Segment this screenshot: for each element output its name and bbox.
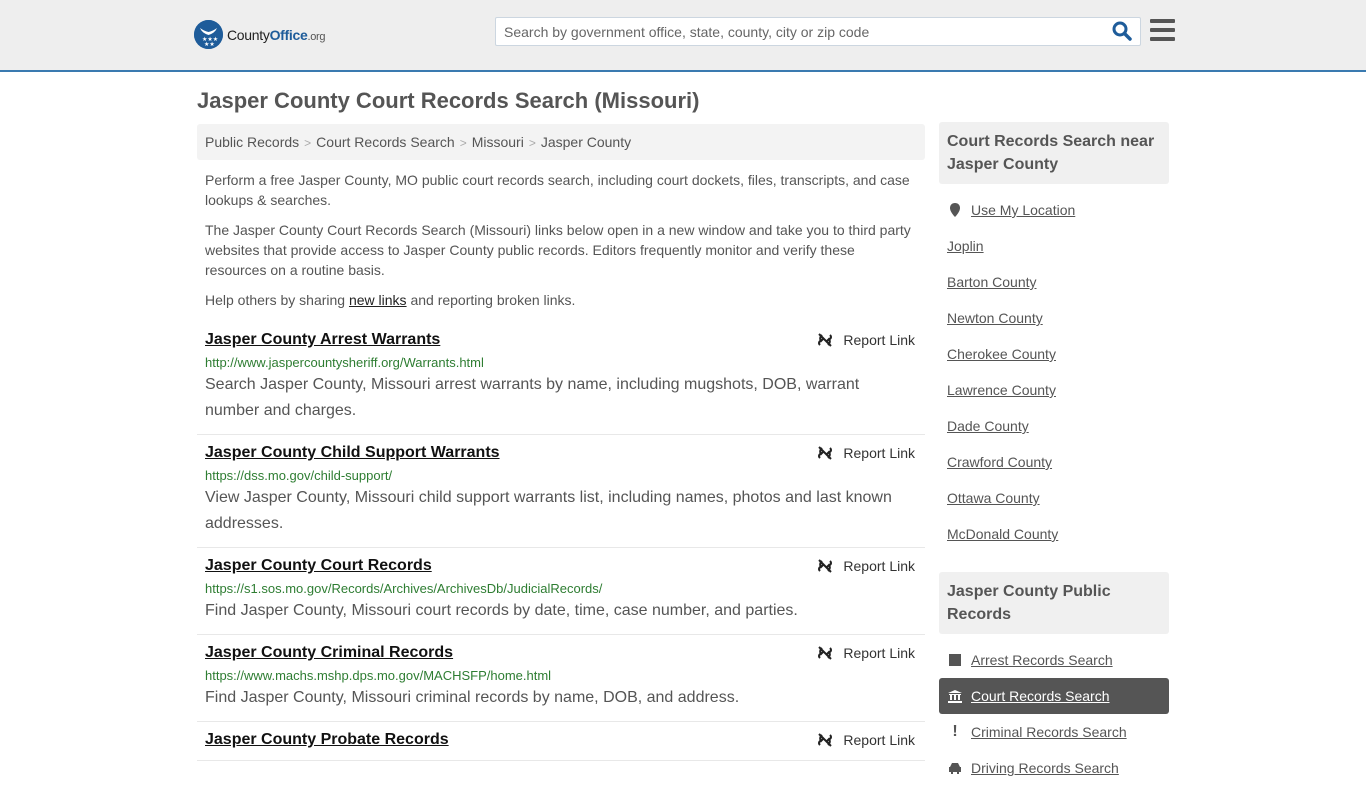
broken-link-icon [818,446,833,460]
result-description: Search Jasper County, Missouri arrest wa… [205,376,860,419]
square-icon [947,654,963,666]
sidebar: Court Records Search near Jasper County … [939,122,1169,786]
result-title-link[interactable]: Jasper County Court Records [205,556,432,576]
result-title-link[interactable]: Jasper County Criminal Records [205,643,453,663]
broken-link-icon [818,733,833,747]
site-header: ★★★ ★★ CountyOffice.org [0,0,1366,72]
nearby-link-joplin[interactable]: Joplin [947,238,984,254]
nearby-link-mcdonald-county[interactable]: McDonald County [947,526,1058,542]
result-url: https://s1.sos.mo.gov/Records/Archives/A… [205,581,603,596]
report-link-button[interactable]: Report Link [817,558,915,574]
result-url: https://www.machs.mshp.dps.mo.gov/MACHSF… [205,668,552,683]
use-location-item: Use My Location [939,192,1169,228]
broken-link-icon [818,559,833,573]
breadcrumb-missouri[interactable]: Missouri [472,134,524,150]
intro-paragraph: The Jasper County Court Records Search (… [205,222,911,278]
result-description: Find Jasper County, Missouri court recor… [205,602,798,619]
nearby-link-barton-county[interactable]: Barton County [947,274,1037,290]
intro-paragraph: Perform a free Jasper County, MO public … [205,172,910,208]
result-title-link[interactable]: Jasper County Probate Records [205,730,449,750]
nearby-link-newton-county[interactable]: Newton County [947,310,1043,326]
result-item: Jasper County Probate Records Report Lin… [197,722,925,761]
result-title-link[interactable]: Jasper County Arrest Warrants [205,330,440,350]
public-records-list: Arrest Records Search Court Records Sear… [939,634,1169,786]
eagle-logo-icon: ★★★ ★★ [194,20,223,49]
sidebar-item-driving-records[interactable]: Driving Records Search [939,750,1169,786]
report-link-button[interactable]: Report Link [817,732,915,748]
nearby-item: Dade County [939,408,1169,444]
search-icon [1112,21,1132,41]
result-item: Jasper County Child Support Warrants Rep… [197,435,925,548]
broken-link-icon [818,333,833,347]
nearby-item: McDonald County [939,516,1169,552]
search-box [495,17,1141,46]
intro-text: Perform a free Jasper County, MO public … [205,170,920,320]
search-button[interactable] [1112,21,1134,43]
sidebar-item-criminal-records[interactable]: ! Criminal Records Search [939,714,1169,750]
nearby-link-crawford-county[interactable]: Crawford County [947,454,1052,470]
car-icon [947,762,963,774]
breadcrumb-court-records-search[interactable]: Court Records Search [316,134,455,150]
page-title: Jasper County Court Records Search (Miss… [197,88,700,113]
sidebar-item-arrest-records[interactable]: Arrest Records Search [939,642,1169,678]
nearby-heading: Court Records Search near Jasper County [939,122,1169,184]
report-link-button[interactable]: Report Link [817,645,915,661]
nearby-item: Newton County [939,300,1169,336]
result-item: Jasper County Court Records Report Link … [197,548,925,635]
search-input[interactable] [496,18,1096,45]
report-link-button[interactable]: Report Link [817,445,915,461]
intro-help: Help others by sharing new links and rep… [205,292,576,308]
public-records-heading: Jasper County Public Records [939,572,1169,634]
result-url: http://www.jaspercountysheriff.org/Warra… [205,355,484,370]
result-description: View Jasper County, Missouri child suppo… [205,489,892,532]
result-url: https://dss.mo.gov/child-support/ [205,468,393,483]
result-item: Jasper County Criminal Records Report Li… [197,635,925,722]
new-links-link[interactable]: new links [349,292,407,308]
courthouse-icon [947,689,963,703]
breadcrumb-separator: > [528,136,536,150]
logo-text: CountyOffice.org [227,26,326,43]
nearby-item: Barton County [939,264,1169,300]
nearby-item: Joplin [939,228,1169,264]
nearby-link-dade-county[interactable]: Dade County [947,418,1029,434]
exclamation-icon: ! [952,723,958,740]
nearby-link-cherokee-county[interactable]: Cherokee County [947,346,1056,362]
breadcrumb-public-records[interactable]: Public Records [205,134,299,150]
breadcrumb-jasper-county[interactable]: Jasper County [541,134,631,150]
report-link-button[interactable]: Report Link [817,332,915,348]
broken-link-icon [818,646,833,660]
breadcrumb-separator: > [304,136,312,150]
nearby-item: Cherokee County [939,336,1169,372]
nearby-item: Crawford County [939,444,1169,480]
nearby-list: Use My Location Joplin Barton County New… [939,184,1169,552]
nearby-link-ottawa-county[interactable]: Ottawa County [947,490,1040,506]
nearby-link-lawrence-county[interactable]: Lawrence County [947,382,1056,398]
sidebar-item-court-records[interactable]: Court Records Search [939,678,1169,714]
hamburger-menu-icon[interactable] [1150,19,1175,42]
breadcrumb: Public Records > Court Records Search > Miss… [197,124,925,160]
result-description: Find Jasper County, Missouri criminal re… [205,689,740,706]
result-title-link[interactable]: Jasper County Child Support Warrants [205,443,500,463]
nearby-item: Lawrence County [939,372,1169,408]
result-item: Jasper County Arrest Warrants Report Lin… [197,322,925,435]
svg-text:★★: ★★ [204,41,215,48]
map-marker-icon [947,203,963,217]
use-my-location-link[interactable]: Use My Location [971,202,1075,218]
results-list: Jasper County Arrest Warrants Report Lin… [197,322,925,761]
breadcrumb-separator: > [459,136,467,150]
site-logo[interactable]: ★★★ ★★ CountyOffice.org [194,20,326,49]
nearby-item: Ottawa County [939,480,1169,516]
